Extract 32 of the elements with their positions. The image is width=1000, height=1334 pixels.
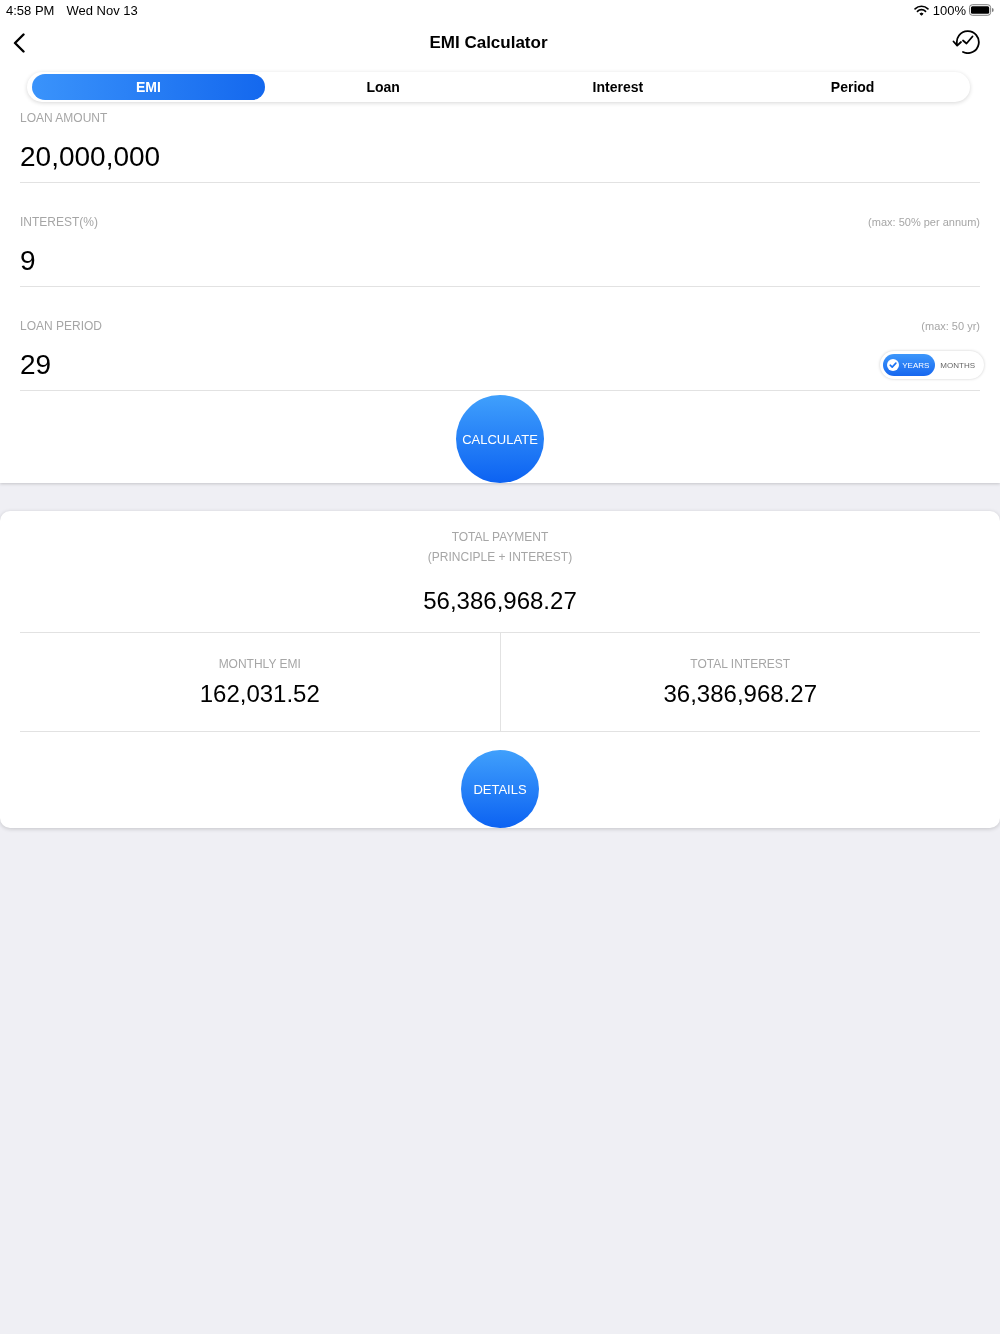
- result-label: MONTHLY EMI: [218, 657, 301, 671]
- field-label: INTEREST(%): [20, 215, 98, 229]
- result-value: 162,031.52: [199, 680, 320, 708]
- unit-option[interactable]: MONTHS: [935, 354, 981, 376]
- details-button[interactable]: DETAILS: [461, 750, 539, 828]
- history-icon[interactable]: [952, 28, 980, 54]
- input-field[interactable]: 29: [20, 348, 881, 382]
- total-sublabel: (PRINCIPLE + INTEREST): [427, 550, 573, 564]
- unit-option[interactable]: YEARS: [883, 354, 936, 376]
- back-icon[interactable]: [13, 33, 25, 53]
- field-hint: (max: 50% per annum): [868, 216, 980, 228]
- field-hint: (max: 50 yr): [921, 320, 980, 332]
- tab[interactable]: Interest: [501, 74, 735, 100]
- check-circle-icon: [887, 359, 900, 371]
- field-label: LOAN PERIOD: [20, 319, 103, 333]
- result-label: TOTAL INTEREST: [690, 657, 791, 671]
- field-label: LOAN AMOUNT: [20, 111, 108, 125]
- status-date: Wed Nov 13: [66, 2, 138, 18]
- total-label: TOTAL PAYMENT: [451, 530, 549, 544]
- wifi-icon: [913, 4, 929, 16]
- input-field[interactable]: 9: [20, 244, 980, 278]
- status-time: 4:58 PM: [6, 2, 55, 18]
- calculate-button[interactable]: CALCULATE: [456, 395, 544, 483]
- result-value: 36,386,968.27: [663, 680, 817, 708]
- tab[interactable]: EMI: [32, 74, 265, 100]
- screen-title: EMI Calculator: [428, 33, 549, 53]
- tab[interactable]: Loan: [266, 74, 500, 100]
- tab[interactable]: Period: [736, 74, 969, 100]
- total-value: 56,386,968.27: [423, 587, 577, 615]
- input-field[interactable]: 20,000,000: [20, 140, 980, 174]
- battery-percentage: 100%: [932, 2, 966, 18]
- battery-icon: [969, 4, 994, 16]
